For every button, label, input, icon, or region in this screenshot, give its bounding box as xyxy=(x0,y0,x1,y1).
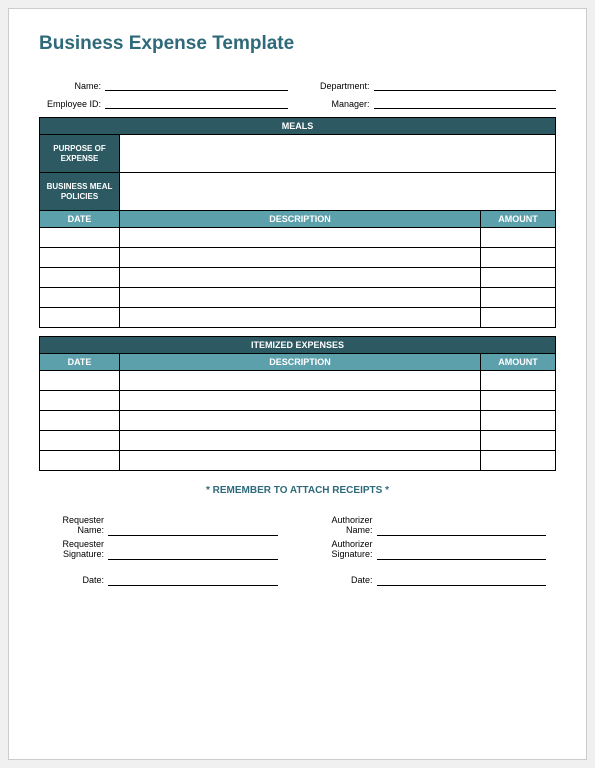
requester-date-line[interactable] xyxy=(108,574,278,586)
requester-sig-label: Requester Signature: xyxy=(49,540,104,560)
meals-amount-header: AMOUNT xyxy=(481,211,556,228)
authorizer-sig-label: Authorizer Signature: xyxy=(318,540,373,560)
requester-date-label: Date: xyxy=(49,576,104,586)
meals-desc-cell[interactable] xyxy=(120,248,481,268)
itemized-date-cell[interactable] xyxy=(40,411,120,431)
requester-date-field: Date: xyxy=(49,574,278,586)
authorizer-date-field: Date: xyxy=(318,574,547,586)
policies-label: BUSINESS MEAL POLICIES xyxy=(40,173,120,211)
meals-date-cell[interactable] xyxy=(40,288,120,308)
requester-name-line[interactable] xyxy=(108,524,278,536)
itemized-table: ITEMIZED EXPENSES DATE DESCRIPTION AMOUN… xyxy=(39,336,556,471)
authorizer-sig-field: Authorizer Signature: xyxy=(318,540,547,560)
authorizer-name-line[interactable] xyxy=(377,524,547,536)
requester-name-label: Requester Name: xyxy=(49,516,104,536)
name-field: Name: xyxy=(39,79,288,91)
manager-field: Manager: xyxy=(308,97,557,109)
expense-template-page: Business Expense Template Name: Employee… xyxy=(8,8,587,760)
gap xyxy=(318,564,547,570)
itemized-desc-cell[interactable] xyxy=(120,371,481,391)
itemized-date-cell[interactable] xyxy=(40,451,120,471)
employee-id-label: Employee ID: xyxy=(39,99,101,109)
meals-date-cell[interactable] xyxy=(40,248,120,268)
itemized-amount-cell[interactable] xyxy=(481,371,556,391)
meals-amount-cell[interactable] xyxy=(481,268,556,288)
authorizer-sig-line[interactable] xyxy=(377,548,547,560)
itemized-date-header: DATE xyxy=(40,354,120,371)
employee-id-field: Employee ID: xyxy=(39,97,288,109)
meals-row xyxy=(40,268,556,288)
meals-row xyxy=(40,248,556,268)
itemized-amount-header: AMOUNT xyxy=(481,354,556,371)
gap xyxy=(49,564,278,570)
itemized-row xyxy=(40,391,556,411)
reminder-text: * REMEMBER TO ATTACH RECEIPTS * xyxy=(39,485,556,496)
itemized-amount-cell[interactable] xyxy=(481,391,556,411)
itemized-date-cell[interactable] xyxy=(40,431,120,451)
page-title: Business Expense Template xyxy=(39,33,556,55)
itemized-section-header: ITEMIZED EXPENSES xyxy=(40,337,556,354)
authorizer-date-line[interactable] xyxy=(377,574,547,586)
meals-desc-cell[interactable] xyxy=(120,268,481,288)
meals-date-cell[interactable] xyxy=(40,228,120,248)
itemized-amount-cell[interactable] xyxy=(481,451,556,471)
meals-amount-cell[interactable] xyxy=(481,288,556,308)
department-label: Department: xyxy=(308,81,370,91)
meals-date-header: DATE xyxy=(40,211,120,228)
itemized-row xyxy=(40,431,556,451)
itemized-desc-cell[interactable] xyxy=(120,431,481,451)
authorizer-name-label: Authorizer Name: xyxy=(318,516,373,536)
meals-desc-cell[interactable] xyxy=(120,228,481,248)
meals-row xyxy=(40,308,556,328)
itemized-date-cell[interactable] xyxy=(40,371,120,391)
requester-sig-line[interactable] xyxy=(108,548,278,560)
meals-amount-cell[interactable] xyxy=(481,228,556,248)
header-left: Name: Employee ID: xyxy=(39,79,288,109)
header-right: Department: Manager: xyxy=(308,79,557,109)
meals-description-header: DESCRIPTION xyxy=(120,211,481,228)
itemized-desc-cell[interactable] xyxy=(120,451,481,471)
meals-table: MEALS PURPOSE OF EXPENSE BUSINESS MEAL P… xyxy=(39,117,556,328)
itemized-description-header: DESCRIPTION xyxy=(120,354,481,371)
itemized-row xyxy=(40,411,556,431)
meals-section-header: MEALS xyxy=(40,118,556,135)
employee-id-input-line[interactable] xyxy=(105,97,288,109)
authorizer-date-label: Date: xyxy=(318,576,373,586)
authorizer-name-field: Authorizer Name: xyxy=(318,516,547,536)
meals-amount-cell[interactable] xyxy=(481,248,556,268)
meals-amount-cell[interactable] xyxy=(481,308,556,328)
name-input-line[interactable] xyxy=(105,79,288,91)
purpose-label: PURPOSE OF EXPENSE xyxy=(40,135,120,173)
itemized-date-cell[interactable] xyxy=(40,391,120,411)
itemized-desc-cell[interactable] xyxy=(120,411,481,431)
itemized-row xyxy=(40,371,556,391)
purpose-input[interactable] xyxy=(120,135,556,173)
policies-input[interactable] xyxy=(120,173,556,211)
signature-section: Requester Name: Requester Signature: Dat… xyxy=(39,516,556,586)
meals-row xyxy=(40,288,556,308)
authorizer-column: Authorizer Name: Authorizer Signature: D… xyxy=(318,516,547,586)
meals-row xyxy=(40,228,556,248)
department-field: Department: xyxy=(308,79,557,91)
meals-desc-cell[interactable] xyxy=(120,308,481,328)
itemized-amount-cell[interactable] xyxy=(481,431,556,451)
department-input-line[interactable] xyxy=(374,79,557,91)
requester-column: Requester Name: Requester Signature: Dat… xyxy=(49,516,278,586)
meals-desc-cell[interactable] xyxy=(120,288,481,308)
manager-label: Manager: xyxy=(308,99,370,109)
header-fields: Name: Employee ID: Department: Manager: xyxy=(39,79,556,109)
itemized-desc-cell[interactable] xyxy=(120,391,481,411)
requester-sig-field: Requester Signature: xyxy=(49,540,278,560)
meals-date-cell[interactable] xyxy=(40,308,120,328)
requester-name-field: Requester Name: xyxy=(49,516,278,536)
meals-date-cell[interactable] xyxy=(40,268,120,288)
itemized-row xyxy=(40,451,556,471)
name-label: Name: xyxy=(39,81,101,91)
itemized-amount-cell[interactable] xyxy=(481,411,556,431)
manager-input-line[interactable] xyxy=(374,97,557,109)
